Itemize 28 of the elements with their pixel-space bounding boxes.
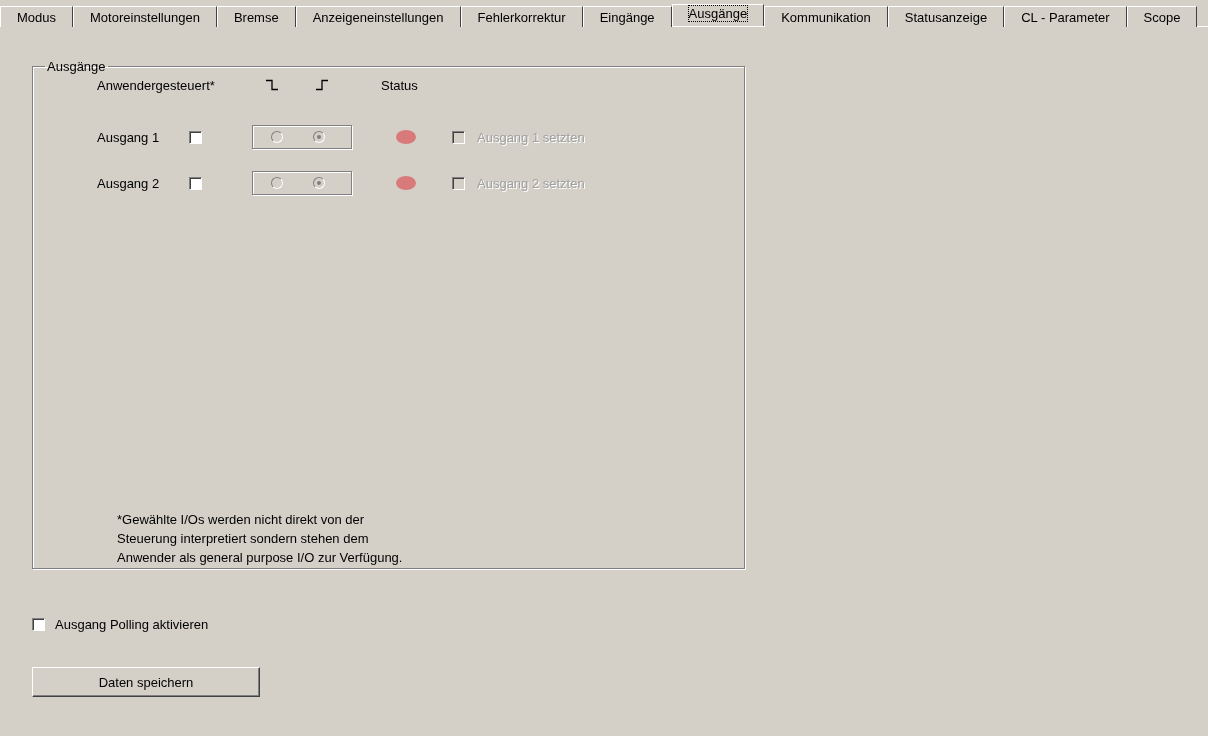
radio-button[interactable] xyxy=(313,131,325,143)
group-title: Ausgänge xyxy=(46,59,107,74)
tab[interactable]: Statusanzeige xyxy=(887,6,1005,27)
radio-button[interactable] xyxy=(271,131,283,143)
tab[interactable]: Bremse xyxy=(216,6,296,27)
tab[interactable]: Fehlerkorrektur xyxy=(460,6,583,27)
output-label: Ausgang 1 xyxy=(97,129,161,145)
tab[interactable]: Modus xyxy=(0,6,74,27)
checkbox-label: Ausgang Polling aktivieren xyxy=(55,617,209,632)
rising-edge-icon xyxy=(315,79,329,91)
tab[interactable]: CL - Parameter xyxy=(1004,6,1127,27)
column-label: Status xyxy=(381,77,418,93)
radio-button[interactable] xyxy=(313,177,325,189)
footnote: *Gewählte I/Os werden nicht direkt von der Steuerung interpretiert sondern stehen dem Anwender als general purpose I/O zur Verfügung. xyxy=(117,511,403,567)
checkbox[interactable] xyxy=(189,176,202,190)
checkbox[interactable] xyxy=(32,618,45,631)
tab[interactable]: Eingänge xyxy=(582,6,672,27)
checkbox[interactable] xyxy=(189,130,202,144)
falling-edge-icon xyxy=(265,79,279,91)
column-label: Anwendergesteuert* xyxy=(97,77,216,93)
save-button[interactable]: Daten speichern xyxy=(32,667,260,697)
tab[interactable]: Kommunikation xyxy=(764,6,888,27)
output-label: Ausgang 2 xyxy=(97,175,161,191)
tab[interactable]: Motoreinstellungen xyxy=(73,6,217,27)
tab[interactable]: Anzeigeneinstellungen xyxy=(295,6,461,27)
tab[interactable]: Ausgänge xyxy=(671,4,765,26)
radio-button[interactable] xyxy=(271,177,283,189)
tab[interactable]: Scope xyxy=(1126,6,1198,27)
